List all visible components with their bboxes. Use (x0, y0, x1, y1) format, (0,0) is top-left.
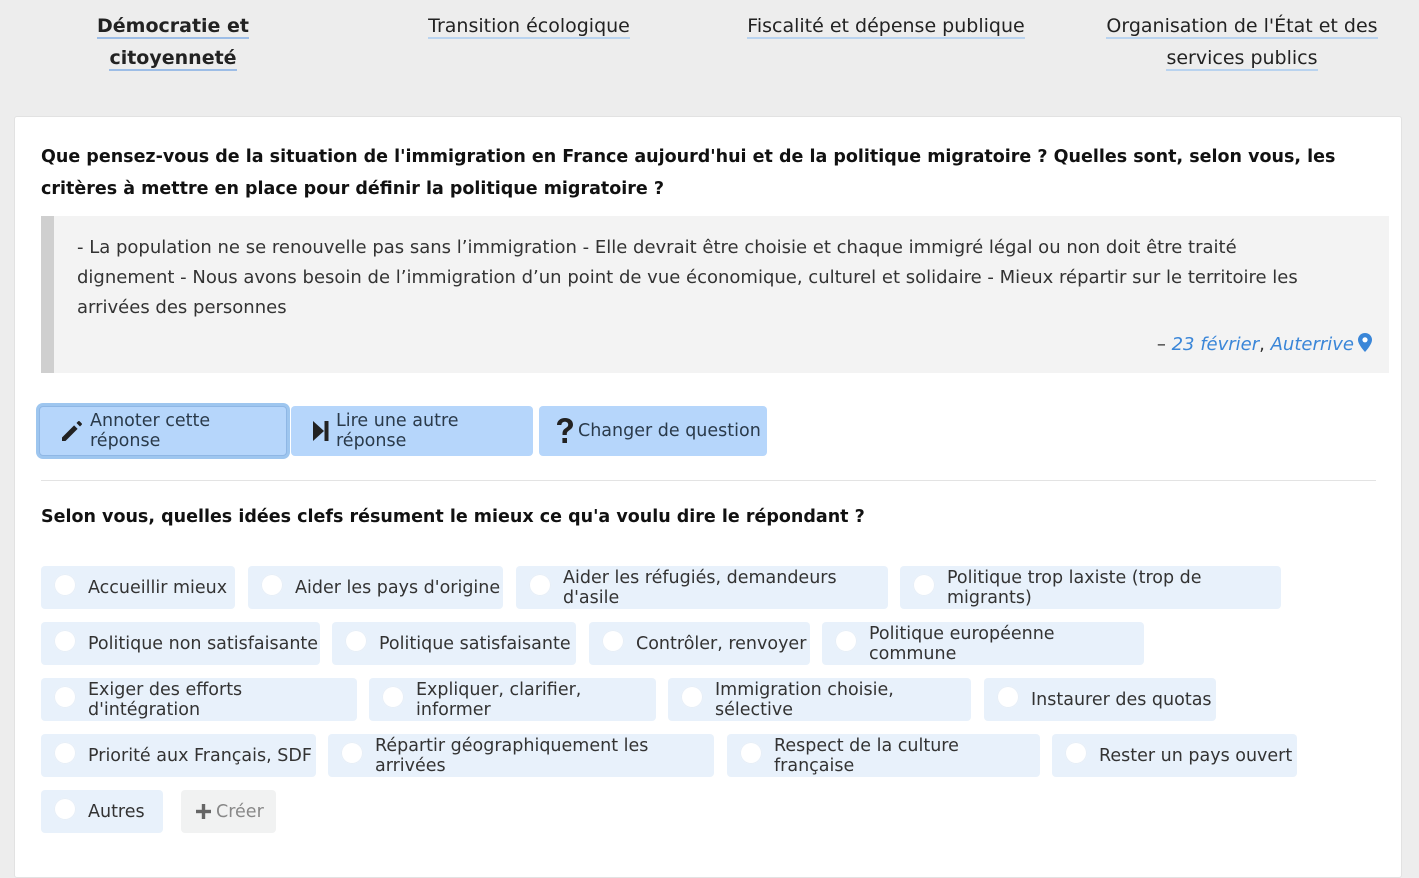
key-idea-tag[interactable]: Priorité aux Français, SDF (41, 734, 316, 777)
response-date-link[interactable]: 23 février (1172, 334, 1260, 355)
key-idea-tag[interactable]: Expliquer, clarifier, informer (369, 678, 656, 721)
topic-nav: Démocratie et citoyenneté Transition éco… (0, 0, 1419, 100)
annotate-button[interactable]: Annoter cette réponse (39, 406, 287, 456)
key-idea-label: Exiger des efforts d'intégration (88, 679, 243, 720)
create-tag-button[interactable]: Créer (181, 790, 276, 833)
pencil-icon (60, 419, 84, 443)
nav-item-organisation[interactable]: Organisation de l'État et des services p… (1104, 10, 1380, 74)
key-idea-tag[interactable]: Politique satisfaisante (332, 622, 576, 665)
radio-icon[interactable] (54, 741, 76, 764)
radio-icon[interactable] (1065, 741, 1087, 764)
key-idea-tag[interactable]: Respect de la culture française (727, 734, 1040, 777)
key-idea-label: Politique non satisfaisante (88, 633, 319, 654)
next-response-button[interactable]: Lire une autre réponse (291, 406, 533, 456)
key-idea-tag[interactable]: Aider les réfugiés, demandeurs d'asile (516, 566, 888, 609)
key-idea-label: Instaurer des quotas (1031, 689, 1212, 710)
radio-icon[interactable] (345, 629, 367, 652)
nav-item-label: Démocratie et citoyenneté (96, 15, 250, 71)
key-idea-tag[interactable]: Aider les pays d'origine (248, 566, 503, 609)
divider (41, 480, 1376, 481)
key-idea-label: Respect de la culture française (774, 735, 959, 776)
key-ideas-prompt: Selon vous, quelles idées clefs résument… (41, 507, 865, 527)
response-card: Que pensez-vous de la situation de l'imm… (14, 116, 1402, 878)
key-idea-label: Expliquer, clarifier, informer (416, 679, 582, 720)
key-idea-label: Contrôler, renvoyer (636, 633, 807, 654)
key-idea-label: Aider les pays d'origine (295, 577, 501, 598)
nav-item-label: Transition écologique (428, 15, 630, 39)
key-idea-tag[interactable]: Immigration choisie, sélective (668, 678, 971, 721)
key-idea-label: Politique satisfaisante (379, 633, 571, 654)
plus-icon (196, 804, 211, 819)
question-mark-icon (556, 418, 574, 444)
radio-icon[interactable] (681, 685, 703, 708)
change-question-button[interactable]: Changer de question (539, 406, 767, 456)
skip-forward-icon (312, 420, 330, 442)
response-meta: – 23 février, Auterrive (1157, 330, 1372, 362)
key-idea-tag[interactable]: Instaurer des quotas (984, 678, 1216, 721)
radio-icon[interactable] (54, 685, 76, 708)
radio-icon[interactable] (913, 573, 935, 596)
key-idea-tag[interactable]: Autres (41, 790, 163, 833)
radio-icon[interactable] (835, 629, 857, 652)
key-idea-label: Immigration choisie, sélective (715, 679, 894, 720)
radio-icon[interactable] (602, 629, 624, 652)
meta-dash: – (1156, 334, 1166, 355)
radio-icon[interactable] (54, 629, 76, 652)
create-tag-label: Créer (216, 801, 264, 822)
key-idea-label: Rester un pays ouvert (1099, 745, 1293, 766)
radio-icon[interactable] (382, 685, 404, 708)
key-idea-label: Politique trop laxiste (trop de migrants… (947, 567, 1202, 608)
key-idea-label: Autres (88, 801, 145, 822)
radio-icon[interactable] (997, 685, 1019, 708)
nav-item-label: Fiscalité et dépense publique (747, 15, 1025, 39)
radio-icon[interactable] (341, 741, 363, 764)
key-idea-tag[interactable]: Exiger des efforts d'intégration (41, 678, 357, 721)
key-idea-label: Priorité aux Français, SDF (88, 745, 312, 766)
key-idea-label: Aider les réfugiés, demandeurs d'asile (563, 567, 837, 608)
question-text: Que pensez-vous de la situation de l'imm… (41, 147, 1336, 199)
key-idea-label: Politique européenne commune (869, 623, 1055, 664)
response-location-link[interactable]: Auterrive (1271, 334, 1354, 355)
key-idea-tag[interactable]: Politique non satisfaisante (41, 622, 320, 665)
key-idea-tag[interactable]: Politique européenne commune (822, 622, 1144, 665)
next-response-label: Lire une autre réponse (336, 411, 459, 451)
nav-item-label: Organisation de l'État et des services p… (1106, 15, 1378, 71)
key-idea-tag[interactable]: Politique trop laxiste (trop de migrants… (900, 566, 1281, 609)
key-idea-tag[interactable]: Accueillir mieux (41, 566, 235, 609)
key-idea-label: Répartir géographiquement les arrivées (375, 735, 649, 776)
radio-icon[interactable] (261, 573, 283, 596)
change-question-label: Changer de question (578, 421, 761, 441)
radio-icon[interactable] (54, 573, 76, 596)
radio-icon[interactable] (54, 797, 76, 820)
key-idea-tag[interactable]: Rester un pays ouvert (1052, 734, 1297, 777)
meta-separator: , (1259, 334, 1265, 355)
radio-icon[interactable] (740, 741, 762, 764)
response-quote: - La population ne se renouvelle pas san… (41, 216, 1389, 373)
radio-icon[interactable] (529, 573, 551, 596)
response-text: - La population ne se renouvelle pas san… (77, 237, 1298, 318)
map-marker-icon[interactable] (1358, 332, 1372, 362)
nav-item-democratie[interactable]: Démocratie et citoyenneté (40, 10, 306, 74)
key-idea-label: Accueillir mieux (88, 577, 228, 598)
key-idea-tag[interactable]: Répartir géographiquement les arrivées (328, 734, 714, 777)
nav-item-fiscalite[interactable]: Fiscalité et dépense publique (740, 10, 1032, 42)
annotate-label: Annoter cette réponse (90, 411, 211, 451)
key-idea-tag[interactable]: Contrôler, renvoyer (589, 622, 810, 665)
nav-item-transition[interactable]: Transition écologique (414, 10, 644, 42)
